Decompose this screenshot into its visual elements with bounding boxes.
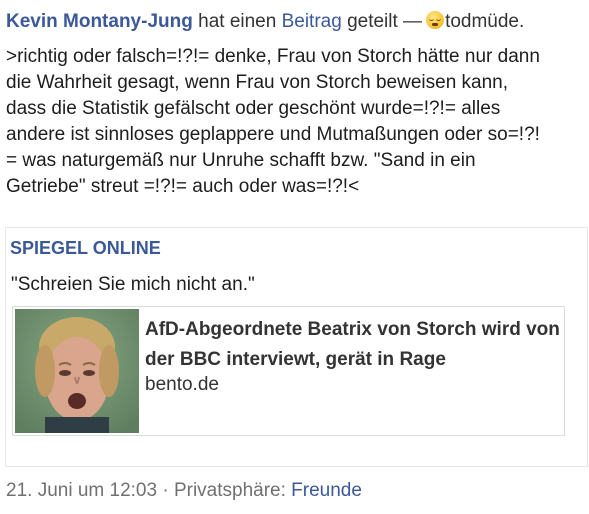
sleepy-face-icon [426,11,445,29]
link-preview-card[interactable]: AfD-Abgeordnete Beatrix von Storch wird … [12,306,565,436]
shared-content-box[interactable]: SPIEGEL ONLINE "Schreien Sie mich nicht … [5,227,588,467]
post-meta: 21. Juni um 12:03 · Privatsphäre: Freund… [6,480,362,502]
shared-source-name[interactable]: SPIEGEL ONLINE [10,238,161,259]
header-verb: hat einen [198,11,277,32]
article-thumbnail[interactable] [15,309,139,433]
privacy-setting-link[interactable]: Freunde [291,480,362,501]
feeling-text: todmüde. [445,11,525,32]
post-timestamp[interactable]: 21. Juni um 12:03 [6,480,157,501]
author-name[interactable]: Kevin Montany-Jung [6,11,193,32]
article-title[interactable]: AfD-Abgeordnete Beatrix von Storch wird … [145,315,560,375]
shared-post: Kevin Montany-Jung hat einen Beitrag get… [0,0,589,514]
article-domain: bento.de [145,374,219,395]
header-action: geteilt — [347,11,423,32]
shared-quote: "Schreien Sie mich nicht an." [11,274,255,295]
meta-separator: · [162,480,169,501]
post-object-link[interactable]: Beitrag [282,11,342,32]
post-body-text: >richtig oder falsch=!?!= denke, Frau vo… [6,46,540,197]
post-header: Kevin Montany-Jung hat einen Beitrag get… [6,10,524,34]
privacy-label: Privatsphäre: [173,480,286,501]
